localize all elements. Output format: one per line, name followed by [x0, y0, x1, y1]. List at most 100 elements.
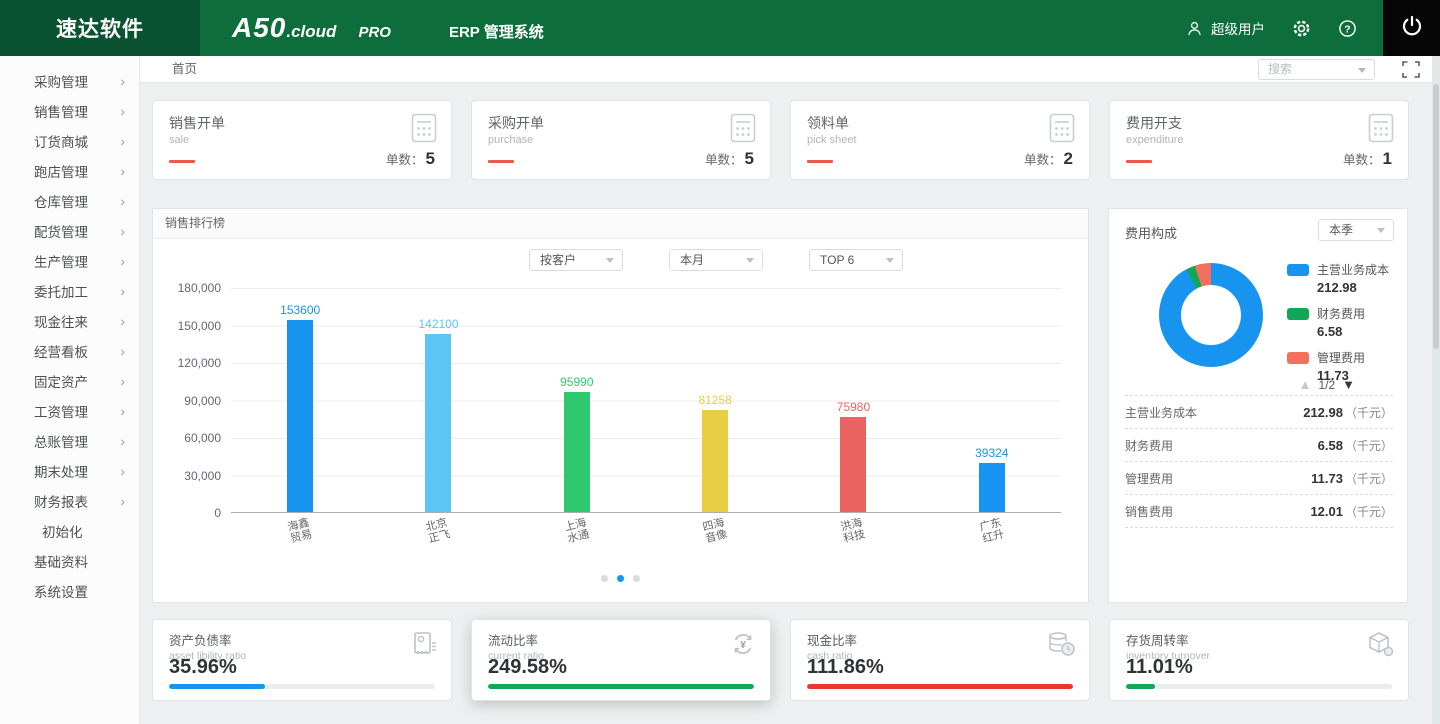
red-dash — [169, 160, 195, 163]
sidebar-item[interactable]: 固定资产 › — [0, 366, 139, 396]
carousel-dot[interactable] — [617, 575, 624, 582]
chevron-right-icon: › — [120, 344, 125, 358]
help-icon[interactable]: ? — [1337, 18, 1357, 38]
sidebar-item[interactable]: 经营看板 › — [0, 336, 139, 366]
expense-composition-panel: 费用构成 本季 主营业务成本 212.98 财务费用 6.58 管理费用 11.… — [1108, 208, 1408, 603]
sidebar-item[interactable]: 订货商城 › — [0, 126, 139, 156]
page-indicator: 1/2 — [1318, 378, 1335, 392]
coins-clock-icon — [1046, 630, 1076, 663]
kpi-value: 35.96% — [169, 656, 237, 679]
sidebar-item[interactable]: 仓库管理 › — [0, 186, 139, 216]
chevron-right-icon: › — [120, 74, 125, 88]
search-placeholder: 搜索 — [1268, 62, 1292, 76]
product-suffix: .cloud — [286, 22, 336, 42]
stat-card[interactable]: 领料单 pick sheet 单数：2 — [790, 100, 1090, 180]
bar-slot: 39324 广东红升 — [923, 288, 1061, 512]
product-name: A50 — [232, 12, 286, 44]
bar[interactable] — [979, 463, 1005, 512]
bar-slot: 81258 四海音像 — [646, 288, 784, 512]
fullscreen-icon[interactable] — [1402, 61, 1420, 78]
bar-slot: 95990 上海水通 — [508, 288, 646, 512]
stat-card[interactable]: 采购开单 purchase 单数：5 — [471, 100, 771, 180]
bar-slot: 75980 洪海科技 — [784, 288, 922, 512]
kpi-card[interactable]: 存货周转率 inventory turnover 11.01% — [1109, 619, 1409, 701]
sidebar-item[interactable]: 总账管理 › — [0, 426, 139, 456]
chevron-down-icon — [886, 258, 894, 263]
stat-card[interactable]: 费用开支 expenditure 单数：1 — [1109, 100, 1409, 180]
sidebar-item[interactable]: 配货管理 › — [0, 216, 139, 246]
search-input[interactable]: 搜索 — [1258, 59, 1375, 80]
chevron-down-icon — [606, 258, 614, 263]
inventory-box-icon — [1365, 630, 1395, 663]
current-user-button[interactable]: 超级用户 — [1184, 18, 1265, 38]
legend-pager: ▲ 1/2 ▼ — [1299, 377, 1355, 392]
sidebar-item[interactable]: 现金往来 › — [0, 306, 139, 336]
sidebar-item[interactable]: 生产管理 › — [0, 246, 139, 276]
kpi-card[interactable]: 流动比率 current ratio ¥ 249.58% — [471, 619, 771, 701]
kpi-progress-track — [169, 684, 435, 689]
stat-card-row: 销售开单 sale 单数：5 采购开单 purchase 单数：5 领料单 pi… — [152, 100, 1409, 180]
expense-row: 财务费用 6.58（千元） — [1125, 429, 1393, 462]
sidebar-item[interactable]: 期末处理 › — [0, 456, 139, 486]
expense-row: 管理费用 11.73（千元） — [1125, 462, 1393, 495]
bar-value-label: 95990 — [560, 375, 593, 389]
sidebar-item[interactable]: 委托加工 › — [0, 276, 139, 306]
sidebar-item[interactable]: 基础资料 — [0, 546, 139, 576]
kpi-card-row: 资产负债率 asset libility ratio 35.96% 流动比率 c… — [152, 619, 1409, 701]
sidebar-item[interactable]: 采购管理 › — [0, 66, 139, 96]
chart-filter-select[interactable]: TOP 6 — [809, 249, 903, 271]
chevron-right-icon: › — [120, 194, 125, 208]
sales-ranking-panel: 销售排行榜 按客户 本月 TOP 6 180,000150,000120,000… — [152, 208, 1089, 603]
bar-slot: 153600 海鑫贸易 — [231, 288, 369, 512]
legend-item[interactable]: 主营业务成本 212.98 — [1287, 261, 1389, 295]
breadcrumb-home-tab[interactable]: 首页 — [172, 56, 197, 83]
bar[interactable] — [425, 334, 451, 512]
sidebar-item[interactable]: 系统设置 — [0, 576, 139, 606]
calculator-icon — [1049, 113, 1075, 148]
chevron-right-icon: › — [120, 134, 125, 148]
y-tick-label: 180,000 — [178, 281, 221, 295]
legend-item[interactable]: 财务费用 6.58 — [1287, 305, 1389, 339]
kpi-card[interactable]: 资产负债率 asset libility ratio 35.96% — [152, 619, 452, 701]
page-scrollbar[interactable] — [1432, 56, 1440, 724]
page-up-icon[interactable]: ▲ — [1299, 377, 1312, 392]
carousel-dot[interactable] — [601, 575, 608, 582]
chart-filter-select[interactable]: 按客户 — [529, 249, 623, 271]
sidebar-nav: 采购管理 › 销售管理 › 订货商城 › 跑店管理 › 仓库管理 › 配货管理 … — [0, 56, 140, 724]
stat-card[interactable]: 销售开单 sale 单数：5 — [152, 100, 452, 180]
donut-hole — [1181, 285, 1241, 345]
kpi-value: 249.58% — [488, 656, 567, 679]
period-select[interactable]: 本季 — [1318, 219, 1394, 241]
sidebar-item[interactable]: 财务报表 › — [0, 486, 139, 516]
logout-power-button[interactable] — [1383, 0, 1440, 56]
bar[interactable] — [840, 417, 866, 512]
y-tick-label: 0 — [214, 506, 221, 520]
carousel-dot[interactable] — [633, 575, 640, 582]
sidebar-item[interactable]: 初始化 — [0, 516, 139, 546]
kpi-progress-fill — [169, 684, 265, 689]
bar-value-label: 39324 — [975, 446, 1008, 460]
kpi-value: 111.86% — [807, 656, 884, 679]
bar[interactable] — [564, 392, 590, 512]
red-dash — [807, 160, 833, 163]
kpi-progress-track — [807, 684, 1073, 689]
sidebar-item[interactable]: 销售管理 › — [0, 96, 139, 126]
chevron-down-icon — [746, 258, 754, 263]
bar[interactable] — [287, 320, 313, 512]
legend-swatch — [1287, 264, 1309, 276]
bar[interactable] — [702, 410, 728, 512]
refresh-yen-icon: ¥ — [729, 630, 757, 663]
kpi-card[interactable]: 现金比率 cash ratio 111.86% — [790, 619, 1090, 701]
period-value: 本季 — [1329, 223, 1353, 237]
bar-value-label: 75980 — [837, 400, 870, 414]
settings-gear-icon[interactable] — [1291, 18, 1311, 38]
header-bar: A50 .cloud PRO ERP 管理系统 超级用户 ? — [200, 0, 1383, 56]
sidebar-item[interactable]: 工资管理 › — [0, 396, 139, 426]
page-down-icon[interactable]: ▼ — [1342, 377, 1355, 392]
chevron-right-icon: › — [120, 254, 125, 268]
scrollbar-thumb[interactable] — [1433, 84, 1439, 349]
sidebar-item[interactable]: 跑店管理 › — [0, 156, 139, 186]
header-actions: 超级用户 ? — [1184, 18, 1383, 38]
chart-filter-select[interactable]: 本月 — [669, 249, 763, 271]
x-category-label: 上海水通 — [563, 517, 590, 546]
